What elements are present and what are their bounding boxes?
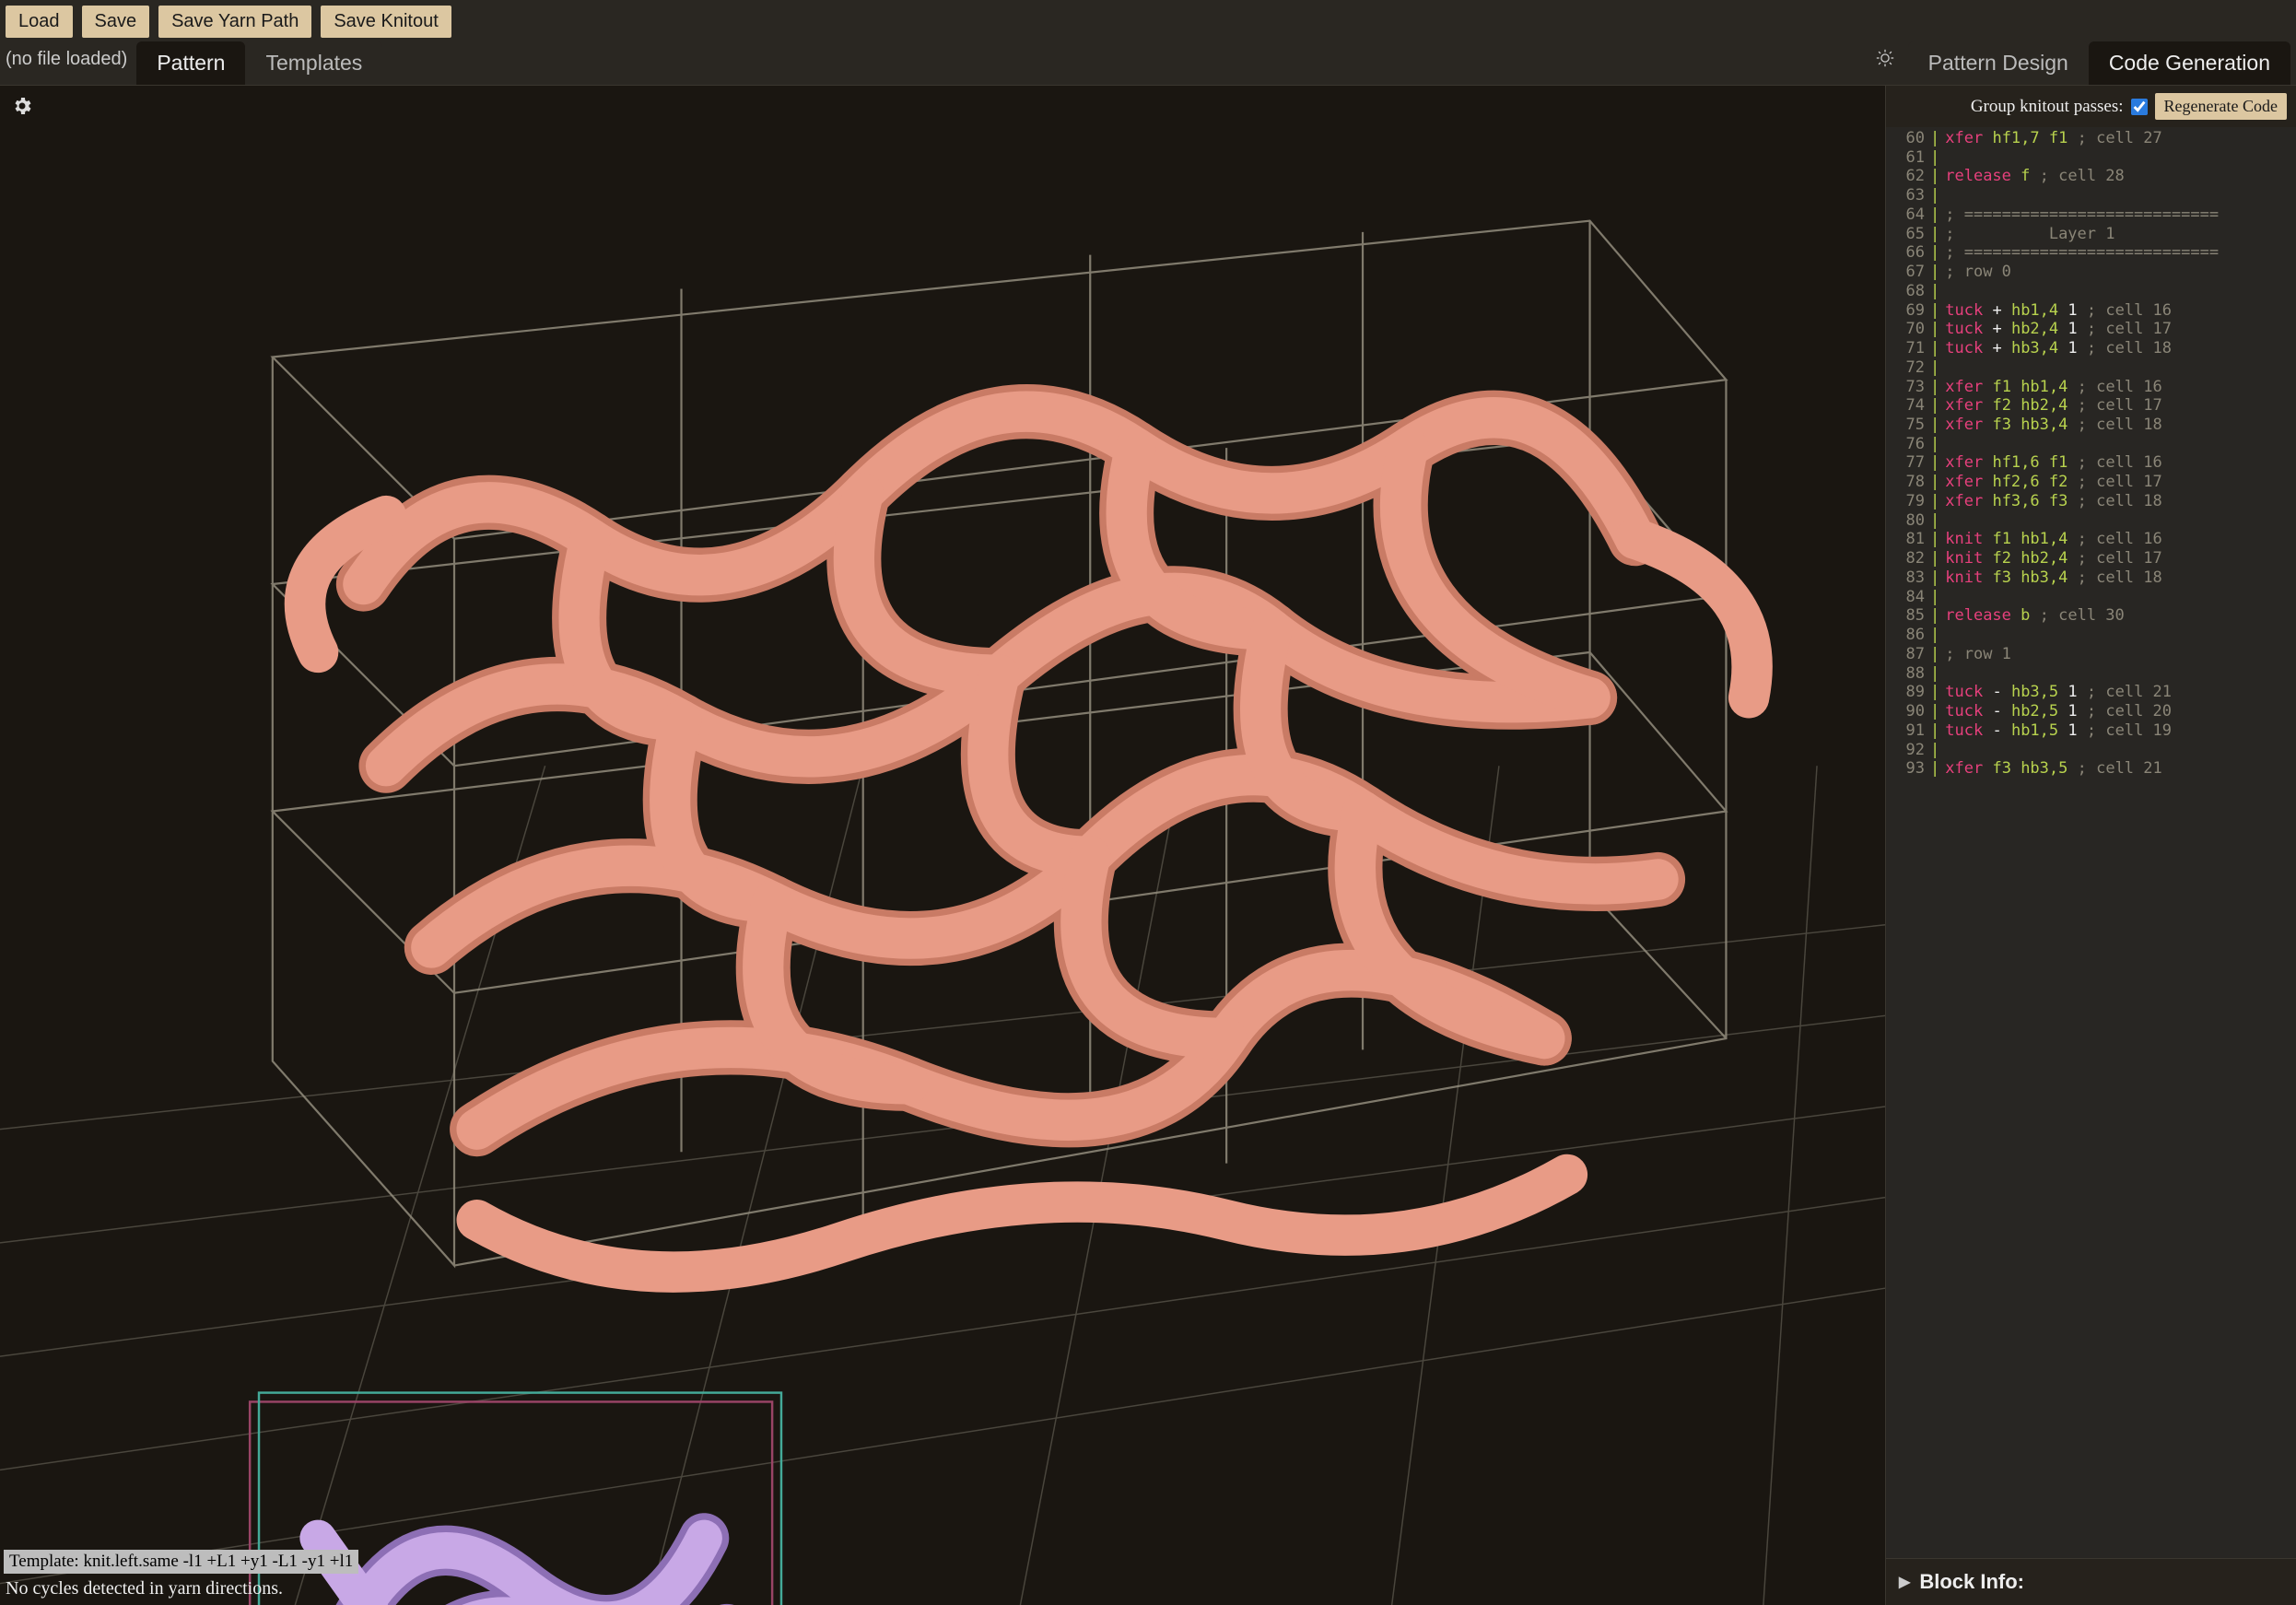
code-line[interactable]: 93|xfer f3 hb3,5 ; cell 21: [1886, 759, 2296, 779]
tab-bar: (no file loaded) Pattern Templates Patte…: [0, 41, 2296, 86]
code-line[interactable]: 87|; row 1: [1886, 645, 2296, 664]
code-line[interactable]: 60|xfer hf1,7 f1 ; cell 27: [1886, 129, 2296, 148]
tab-pattern[interactable]: Pattern: [136, 41, 245, 85]
code-line[interactable]: 88|: [1886, 664, 2296, 684]
code-line[interactable]: 80|: [1886, 511, 2296, 531]
code-line[interactable]: 73|xfer f1 hb1,4 ; cell 16: [1886, 378, 2296, 397]
tab-pattern-design[interactable]: Pattern Design: [1908, 41, 2089, 85]
viewport-3d[interactable]: Template: knit.left.same -l1 +L1 +y1 -L1…: [0, 86, 1886, 1605]
gear-icon[interactable]: [11, 95, 33, 122]
code-line[interactable]: 62|release f ; cell 28: [1886, 167, 2296, 186]
tab-templates[interactable]: Templates: [245, 41, 382, 85]
code-line[interactable]: 90|tuck - hb2,5 1 ; cell 20: [1886, 702, 2296, 721]
code-line[interactable]: 75|xfer f3 hb3,4 ; cell 18: [1886, 416, 2296, 435]
code-line[interactable]: 81|knit f1 hb1,4 ; cell 16: [1886, 530, 2296, 549]
code-line[interactable]: 83|knit f3 hb3,4 ; cell 18: [1886, 568, 2296, 588]
code-line[interactable]: 92|: [1886, 741, 2296, 760]
save-yarn-path-button[interactable]: Save Yarn Path: [158, 6, 311, 38]
code-line[interactable]: 64|; ===========================: [1886, 205, 2296, 225]
code-line[interactable]: 70|tuck + hb2,4 1 ; cell 17: [1886, 320, 2296, 339]
group-passes-label: Group knitout passes:: [1971, 97, 2124, 117]
block-info-toggle[interactable]: ▶ Block Info:: [1886, 1558, 2296, 1605]
code-line[interactable]: 65|; Layer 1: [1886, 225, 2296, 244]
code-line[interactable]: 76|: [1886, 435, 2296, 454]
code-line[interactable]: 86|: [1886, 626, 2296, 645]
load-button[interactable]: Load: [6, 6, 73, 38]
code-line[interactable]: 66|; ===========================: [1886, 243, 2296, 263]
code-line[interactable]: 69|tuck + hb1,4 1 ; cell 16: [1886, 301, 2296, 321]
code-line[interactable]: 77|xfer hf1,6 f1 ; cell 16: [1886, 453, 2296, 473]
code-line[interactable]: 63|: [1886, 186, 2296, 205]
status-text: No cycles detected in yarn directions.: [6, 1578, 283, 1599]
code-line[interactable]: 72|: [1886, 358, 2296, 378]
regenerate-code-button[interactable]: Regenerate Code: [2155, 93, 2287, 120]
code-line[interactable]: 78|xfer hf2,6 f2 ; cell 17: [1886, 473, 2296, 492]
code-line[interactable]: 71|tuck + hb3,4 1 ; cell 18: [1886, 339, 2296, 358]
code-line[interactable]: 61|: [1886, 148, 2296, 168]
code-line[interactable]: 85|release b ; cell 30: [1886, 606, 2296, 626]
code-line[interactable]: 82|knit f2 hb2,4 ; cell 17: [1886, 549, 2296, 568]
save-button[interactable]: Save: [82, 6, 150, 38]
code-editor[interactable]: 60|xfer hf1,7 f1 ; cell 2761|62|release …: [1886, 127, 2296, 1558]
group-passes-checkbox[interactable]: [2131, 99, 2148, 115]
file-indicator: (no file loaded): [6, 49, 136, 77]
block-info-label: Block Info:: [1919, 1570, 2024, 1594]
code-line[interactable]: 67|; row 0: [1886, 263, 2296, 282]
code-line[interactable]: 79|xfer hf3,6 f3 ; cell 18: [1886, 492, 2296, 511]
code-line[interactable]: 68|: [1886, 282, 2296, 301]
chevron-right-icon: ▶: [1899, 1573, 1910, 1591]
tab-code-generation[interactable]: Code Generation: [2089, 41, 2290, 85]
top-toolbar: Load Save Save Yarn Path Save Knitout: [0, 0, 2296, 41]
theme-toggle-icon[interactable]: [1875, 48, 1908, 78]
code-line[interactable]: 84|: [1886, 588, 2296, 607]
save-knitout-button[interactable]: Save Knitout: [321, 6, 451, 38]
code-line[interactable]: 74|xfer f2 hb2,4 ; cell 17: [1886, 396, 2296, 416]
code-line[interactable]: 89|tuck - hb3,5 1 ; cell 21: [1886, 683, 2296, 702]
code-line[interactable]: 91|tuck - hb1,5 1 ; cell 19: [1886, 721, 2296, 741]
code-controls: Group knitout passes: Regenerate Code: [1886, 86, 2296, 127]
template-badge: Template: knit.left.same -l1 +L1 +y1 -L1…: [4, 1550, 358, 1574]
scene-svg: [0, 86, 1885, 1605]
